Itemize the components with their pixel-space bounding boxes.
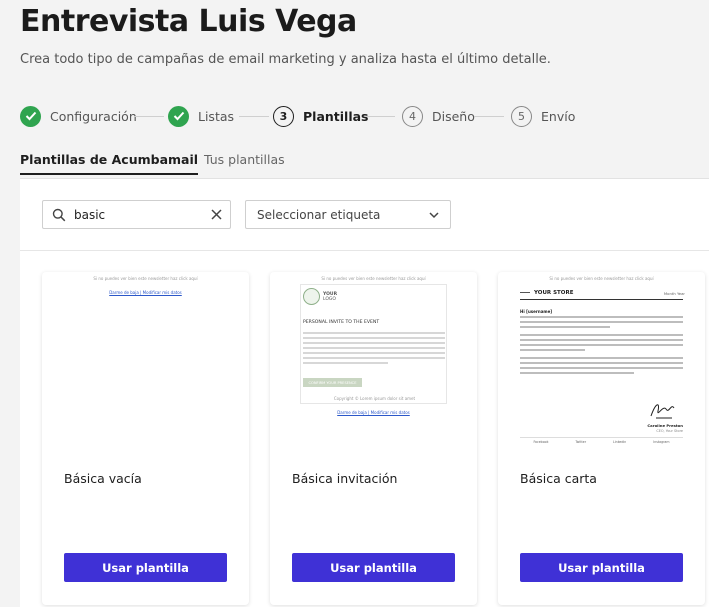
logo-word: YOUR bbox=[323, 291, 338, 297]
sign-role: CEO, Your Store bbox=[656, 429, 683, 433]
page-subtitle: Crea todo tipo de campañas de email mark… bbox=[20, 52, 551, 67]
tag-select[interactable]: Seleccionar etiqueta bbox=[245, 200, 451, 229]
filter-bar: Seleccionar etiqueta bbox=[20, 179, 709, 251]
template-name: Básica invitación bbox=[292, 471, 398, 486]
invite-paragraph bbox=[303, 332, 445, 367]
step-configuracion[interactable]: Configuración bbox=[20, 105, 137, 127]
chevron-down-icon bbox=[429, 212, 439, 219]
template-card-basica-vacia[interactable]: Si no puedes ver bien este newsletter ha… bbox=[42, 272, 249, 605]
step-number: 5 bbox=[511, 105, 532, 127]
campaign-stepper: Configuración Listas 3 Plantillas 4 Dise… bbox=[20, 105, 580, 127]
logo-sub: LOGO bbox=[323, 296, 336, 302]
page-title: Entrevista Luis Vega bbox=[20, 4, 357, 39]
invite-logo: YOUR LOGO bbox=[303, 288, 337, 305]
step-envio[interactable]: 5 Envío bbox=[511, 105, 575, 127]
step-connector bbox=[239, 116, 269, 117]
step-label: Diseño bbox=[432, 108, 475, 124]
logo-mark bbox=[303, 288, 320, 305]
template-name: Básica vacía bbox=[64, 471, 142, 486]
use-template-button[interactable]: Usar plantilla bbox=[520, 553, 683, 582]
letter-body bbox=[520, 316, 683, 377]
preview-footer-links: Darme de baja | Modificar mis datos bbox=[337, 410, 410, 415]
store-menu: Month Year bbox=[663, 291, 685, 296]
preview-browser-note: Si no puedes ver bien este newsletter ha… bbox=[93, 276, 198, 281]
header-rule bbox=[520, 299, 683, 300]
template-card-basica-invitacion[interactable]: Si no puedes ver bien este newsletter ha… bbox=[270, 272, 477, 605]
search-input[interactable] bbox=[74, 207, 204, 222]
tag-select-placeholder: Seleccionar etiqueta bbox=[257, 207, 381, 222]
step-connector bbox=[474, 116, 504, 117]
step-listas[interactable]: Listas bbox=[168, 105, 234, 127]
step-number: 3 bbox=[273, 105, 294, 127]
preview-footer-links: Darme de baja | Modificar mis datos bbox=[109, 290, 182, 295]
step-label: Plantillas bbox=[303, 108, 369, 124]
sign-name: Caroline Preston bbox=[647, 423, 683, 428]
invite-cta: CONFIRM YOUR PRESENCE bbox=[303, 378, 362, 387]
step-label: Listas bbox=[198, 108, 235, 124]
step-number: 4 bbox=[402, 105, 423, 127]
template-preview: Si no puedes ver bien este newsletter ha… bbox=[42, 272, 249, 447]
use-template-button[interactable]: Usar plantilla bbox=[292, 553, 455, 582]
footer-rule bbox=[520, 437, 683, 438]
template-preview: Si no puedes ver bien este newsletter ha… bbox=[270, 272, 477, 447]
footer-col: Linkedin bbox=[613, 440, 627, 444]
invite-body: YOUR LOGO PERSONAL INVITE TO THE EVENT C… bbox=[300, 284, 447, 404]
preview-browser-note: Si no puedes ver bien este newsletter ha… bbox=[321, 276, 426, 281]
step-diseno[interactable]: 4 Diseño bbox=[402, 105, 475, 127]
use-template-button[interactable]: Usar plantilla bbox=[64, 553, 227, 582]
templates-panel: Seleccionar etiqueta Si no puedes ver bi… bbox=[20, 178, 709, 607]
store-rule bbox=[520, 292, 530, 293]
footer-col: Instagram bbox=[653, 440, 670, 444]
invite-copyright: Copyright © Lorem ipsum dolor sit amet bbox=[333, 396, 416, 401]
step-label: Configuración bbox=[50, 108, 137, 124]
footer-col: Facebook bbox=[533, 440, 549, 444]
step-plantillas[interactable]: 3 Plantillas bbox=[273, 105, 369, 127]
signature-graphic bbox=[650, 404, 675, 419]
preview-browser-note: Si no puedes ver bien este newsletter ha… bbox=[549, 276, 654, 281]
search-box bbox=[42, 200, 231, 229]
search-icon bbox=[52, 208, 66, 221]
tab-acumbamail-templates[interactable]: Plantillas de Acumbamail bbox=[20, 152, 199, 175]
invite-heading: PERSONAL INVITE TO THE EVENT bbox=[303, 320, 380, 325]
letter-greeting: Hi [username] bbox=[520, 309, 553, 314]
step-connector bbox=[134, 116, 164, 117]
check-icon bbox=[168, 105, 189, 127]
template-name: Básica carta bbox=[520, 471, 597, 486]
footer-col: Twitter bbox=[575, 440, 587, 444]
check-icon bbox=[20, 105, 41, 127]
template-card-basica-carta[interactable]: Si no puedes ver bien este newsletter ha… bbox=[498, 272, 705, 605]
template-preview: Si no puedes ver bien este newsletter ha… bbox=[498, 272, 705, 447]
close-icon[interactable] bbox=[209, 207, 224, 222]
tab-my-templates[interactable]: Tus plantillas bbox=[204, 152, 285, 173]
step-label: Envío bbox=[541, 108, 576, 124]
store-name: YOUR STORE bbox=[534, 290, 574, 296]
step-connector bbox=[365, 116, 395, 117]
footer-social: Facebook Twitter Linkedin Instagram bbox=[520, 440, 683, 444]
